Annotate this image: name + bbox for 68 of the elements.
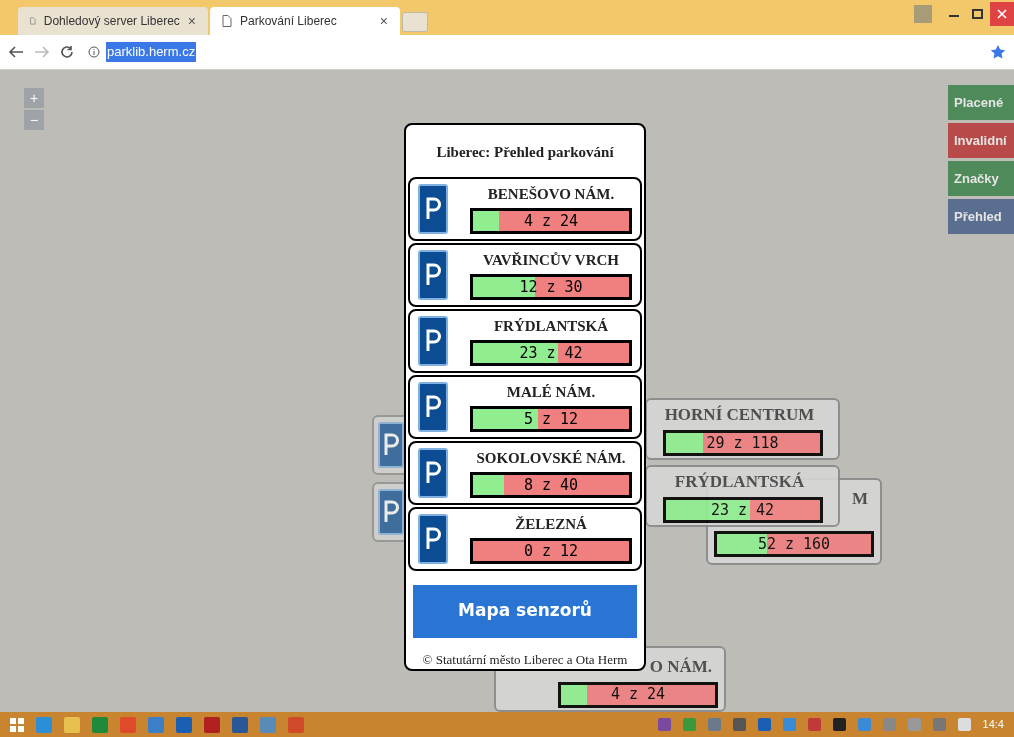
- taskbar-app-icon[interactable]: [260, 716, 276, 733]
- sign-title: M: [851, 488, 869, 510]
- url-text: parklib.herm.cz: [106, 42, 197, 62]
- lot-name: ŽELEZNÁ: [515, 515, 587, 535]
- parking-sign-icon: [418, 183, 448, 234]
- lot-name: FRÝDLANTSKÁ: [493, 317, 609, 337]
- free-count: 52 z 160: [756, 534, 832, 554]
- taskbar-app-icon[interactable]: [288, 716, 304, 733]
- free-count: 5 z 12: [522, 408, 580, 429]
- parking-sign-icon: [418, 381, 448, 432]
- free-count: 4 z 24: [609, 684, 667, 705]
- free-count: 8 z 40: [522, 474, 580, 495]
- bookmark-star-icon[interactable]: [990, 44, 1006, 60]
- close-window-button[interactable]: [990, 2, 1014, 26]
- windows-start-icon[interactable]: [10, 717, 24, 732]
- zoom-out-button[interactable]: −: [24, 110, 44, 130]
- taskbar-app-icon[interactable]: [232, 716, 248, 733]
- free-count: 4 z 24: [522, 210, 580, 231]
- sign-title: O NÁM.: [649, 656, 713, 678]
- parking-sign-icon: [418, 513, 448, 564]
- taskbar-app-icon[interactable]: [92, 716, 108, 733]
- lot-name: MALÉ NÁM.: [506, 383, 596, 403]
- lot-name: SOKOLOVSKÉ NÁM.: [476, 449, 626, 469]
- tab-title: Dohledový server Liberec: [43, 13, 180, 30]
- page-icon: [30, 15, 36, 27]
- free-count: 29 z 118: [705, 432, 780, 453]
- tray-icon[interactable]: [832, 718, 846, 731]
- browser-tab[interactable]: Parkování Liberec ×: [210, 7, 400, 35]
- browser-tab[interactable]: Dohledový server Liberec ×: [18, 7, 208, 35]
- parking-sign-icon: [418, 447, 448, 498]
- taskbar-app-icon[interactable]: [64, 716, 80, 733]
- copyright-footer: © Statutární město Liberec a Ota Herm: [422, 649, 628, 669]
- layer-button[interactable]: Invalidní: [948, 123, 1014, 158]
- taskbar-app-icon[interactable]: [120, 716, 136, 733]
- sensor-map-button[interactable]: Mapa senzorů: [413, 584, 637, 638]
- taskbar-app-icon[interactable]: [176, 716, 192, 733]
- layer-button[interactable]: Placené: [948, 85, 1014, 120]
- address-field[interactable]: parklib.herm.cz: [84, 39, 980, 65]
- taskbar-app-icon[interactable]: [204, 716, 220, 733]
- panel-title: Liberec: Přehled parkování: [436, 143, 614, 162]
- back-arrow-icon[interactable]: [8, 45, 24, 59]
- tab-close-button[interactable]: ×: [187, 10, 196, 32]
- free-count: 23 z 42: [518, 342, 584, 363]
- tab-close-button[interactable]: ×: [379, 10, 388, 32]
- lot-name: BENEŠOVO NÁM.: [487, 185, 615, 205]
- parking-sign-icon: [418, 249, 448, 300]
- sign-title: HORNÍ CENTRUM: [664, 404, 816, 427]
- layer-button[interactable]: Přehled: [948, 199, 1014, 234]
- close-icon: [997, 9, 1007, 19]
- page-icon: [222, 15, 232, 27]
- tab-title: Parkování Liberec: [240, 13, 338, 30]
- lot-name: VAVŘINCŮV VRCH: [483, 251, 619, 271]
- tray-icon[interactable]: [957, 718, 971, 731]
- free-count: 12 z 30: [518, 276, 584, 297]
- tray-icon[interactable]: [732, 718, 746, 731]
- free-count: 0 z 12: [522, 540, 580, 561]
- new-tab-button[interactable]: [402, 12, 428, 32]
- taskbar-app-icon[interactable]: [148, 716, 164, 733]
- free-count: 23 z 42: [709, 499, 776, 520]
- clock-text: 14:4: [982, 717, 1004, 733]
- taskbar-app-icon[interactable]: [36, 716, 52, 733]
- info-icon: [88, 46, 100, 58]
- reload-icon[interactable]: [60, 45, 74, 59]
- parking-sign-icon: [418, 315, 448, 366]
- zoom-in-button[interactable]: +: [24, 88, 44, 108]
- layer-button[interactable]: Značky: [948, 161, 1014, 196]
- forward-arrow-icon[interactable]: [34, 45, 50, 59]
- sign-title: FRÝDLANTSKÁ: [674, 471, 806, 494]
